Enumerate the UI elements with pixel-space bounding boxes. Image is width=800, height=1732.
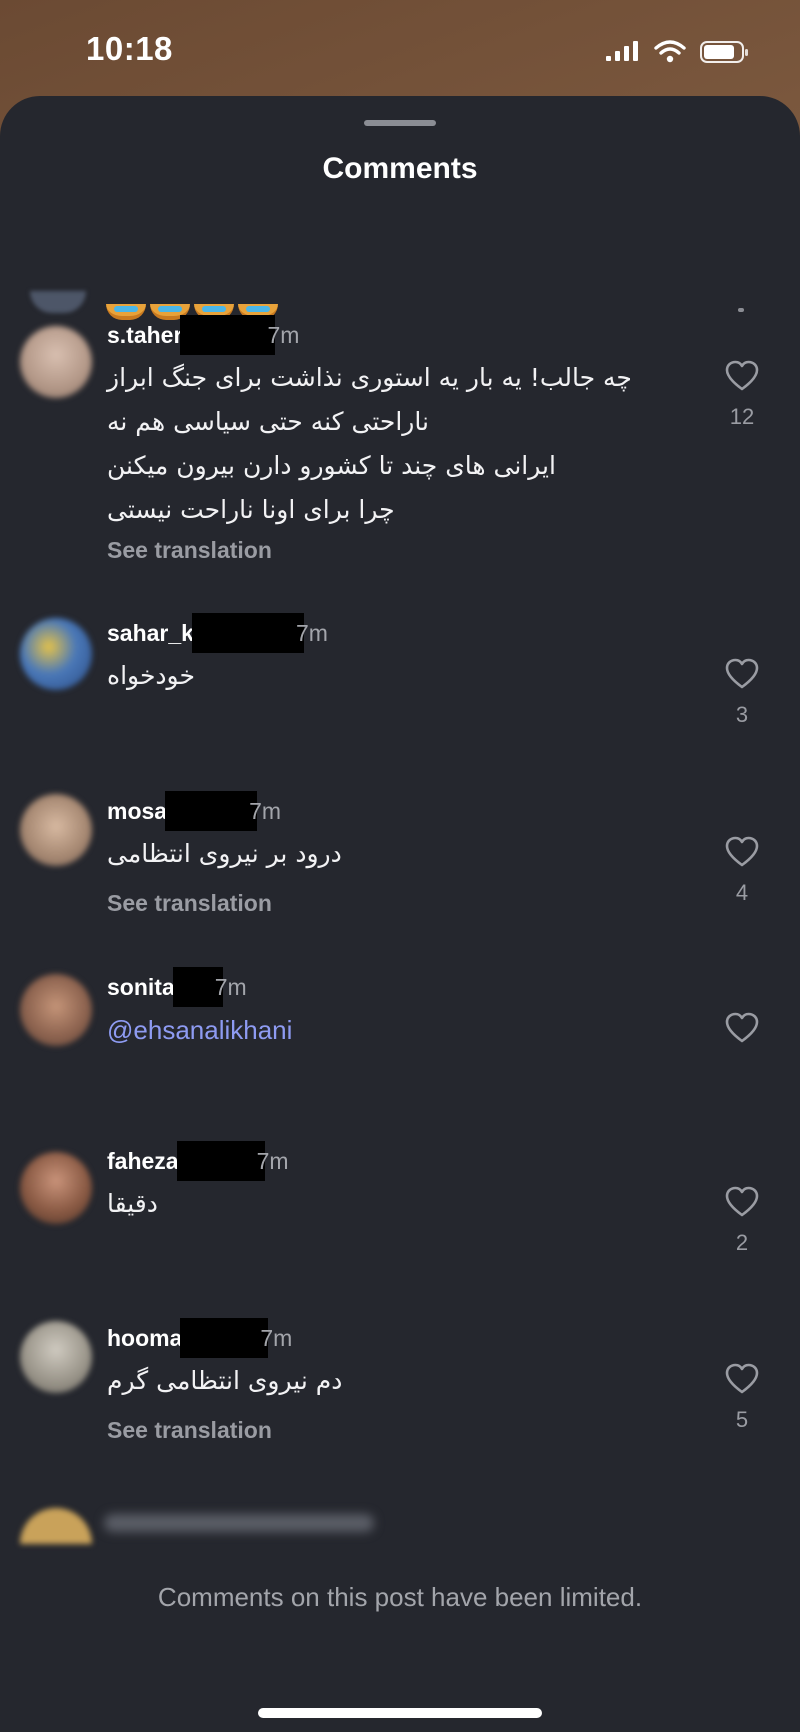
comment-text: درود بر نیروی انتظامی bbox=[107, 832, 667, 876]
comment-text: @ehsanalikhani bbox=[107, 1008, 667, 1053]
heart-icon bbox=[725, 360, 759, 391]
comment-text-line: خودخواه bbox=[107, 661, 195, 690]
sheet-grabber[interactable] bbox=[364, 120, 436, 126]
comment-item: mosa 7m درود بر نیروی انتظامی See transl… bbox=[0, 791, 800, 924]
comment-text-line: چه جالب! یه بار یه استوری نذاشت برای جنگ… bbox=[107, 363, 632, 392]
comment-time: 7m bbox=[295, 619, 328, 646]
comment-time: 7m bbox=[256, 1147, 289, 1174]
comment-text-line: چرا برای اونا ناراحت نیستی bbox=[107, 495, 395, 524]
like-button[interactable]: 5 bbox=[722, 1363, 762, 1433]
comment-text-line: دم نیروی انتظامی گرم bbox=[107, 1366, 343, 1395]
like-button[interactable]: 12 bbox=[722, 360, 762, 430]
cellular-signal-icon bbox=[606, 40, 640, 69]
avatar[interactable] bbox=[20, 974, 92, 1046]
comment-item: faheza 7m دقیقا 2 bbox=[0, 1141, 800, 1256]
comment-text: خودخواه bbox=[107, 654, 667, 698]
comment-header: sahar_k 7m bbox=[107, 613, 328, 653]
comments-sheet: Comments s.taher 7m چه جالب! یه بار یه ا… bbox=[0, 96, 800, 1732]
redaction-box bbox=[191, 613, 304, 653]
see-translation-link[interactable]: See translation bbox=[107, 537, 272, 564]
avatar[interactable] bbox=[20, 618, 92, 690]
like-button[interactable]: 2 bbox=[722, 1186, 762, 1256]
comment-item: s.taher 7m چه جالب! یه بار یه استوری نذا… bbox=[0, 315, 800, 563]
comment-header: hooma 7m bbox=[107, 1318, 293, 1358]
like-count: 4 bbox=[735, 880, 749, 905]
comment-text-line: دقیقا bbox=[107, 1189, 158, 1218]
like-button[interactable]: 3 bbox=[722, 658, 762, 728]
comment-header: s.taher 7m bbox=[107, 315, 300, 355]
avatar[interactable] bbox=[20, 794, 92, 866]
comment-username[interactable]: sonita bbox=[107, 974, 175, 1001]
comment-text-line: ناراحتی کنه حتی سیاسی هم نه bbox=[107, 407, 429, 436]
comment-item: hooma 7m دم نیروی انتظامی گرم See transl… bbox=[0, 1318, 800, 1451]
heart-icon[interactable] bbox=[738, 308, 744, 312]
status-time: 10:18 bbox=[86, 30, 173, 67]
partial-comment-row bbox=[0, 196, 800, 326]
like-count: 5 bbox=[735, 1407, 749, 1432]
home-indicator[interactable] bbox=[258, 1708, 542, 1718]
comment-username[interactable]: s.taher bbox=[107, 322, 182, 349]
comment-text: دقیقا bbox=[107, 1182, 667, 1226]
battery-icon bbox=[700, 40, 750, 69]
redaction-box bbox=[165, 791, 258, 831]
heart-icon bbox=[725, 836, 759, 867]
mention-link[interactable]: @ehsanalikhani bbox=[107, 1015, 292, 1045]
like-count: 3 bbox=[735, 702, 749, 727]
heart-icon bbox=[725, 1012, 759, 1043]
comment-text: چه جالب! یه بار یه استوری نذاشت برای جنگ… bbox=[107, 356, 667, 532]
comment-time: 7m bbox=[214, 973, 247, 1000]
comment-username[interactable]: sahar_k bbox=[107, 620, 194, 647]
comments-limited-note: Comments on this post have been limited. bbox=[157, 1582, 643, 1612]
redaction-box bbox=[180, 315, 276, 355]
comment-header: sonita 7m bbox=[107, 967, 247, 1007]
partial-comment-row bbox=[0, 1496, 800, 1556]
sheet-title: Comments bbox=[322, 152, 478, 185]
comment-username[interactable]: faheza bbox=[107, 1148, 179, 1175]
avatar[interactable] bbox=[20, 326, 92, 398]
comment-username[interactable]: mosa bbox=[107, 798, 167, 825]
status-bar: 10:18 bbox=[0, 0, 800, 100]
comment-time: 7m bbox=[267, 321, 300, 348]
comment-text: دم نیروی انتظامی گرم bbox=[107, 1359, 667, 1403]
see-translation-link[interactable]: See translation bbox=[107, 1417, 272, 1444]
comment-item: sahar_k 7m خودخواه 3 bbox=[0, 613, 800, 736]
comment-text-line: ایرانی های چند تا کشورو دارن بیرون میکنن bbox=[107, 451, 556, 480]
comment-text-line: درود بر نیروی انتظامی bbox=[107, 839, 342, 868]
avatar bbox=[30, 291, 86, 313]
comment-time: 7m bbox=[260, 1324, 293, 1351]
comment-header: faheza 7m bbox=[107, 1141, 289, 1181]
like-button[interactable] bbox=[722, 1012, 762, 1044]
avatar[interactable] bbox=[20, 1152, 92, 1224]
like-button[interactable]: 4 bbox=[722, 836, 762, 906]
like-count: 2 bbox=[735, 1230, 749, 1255]
redaction-box bbox=[176, 1141, 265, 1181]
avatar[interactable] bbox=[20, 1321, 92, 1393]
wifi-icon bbox=[654, 39, 686, 69]
comment-username[interactable]: hooma bbox=[107, 1325, 182, 1352]
heart-icon bbox=[725, 658, 759, 689]
comment-item: sonita 7m @ehsanalikhani bbox=[0, 967, 800, 1070]
see-translation-link[interactable]: See translation bbox=[107, 890, 272, 917]
like-count: 12 bbox=[729, 404, 755, 429]
comment-header: mosa 7m bbox=[107, 791, 282, 831]
comment-time: 7m bbox=[249, 797, 282, 824]
avatar bbox=[20, 1508, 92, 1544]
blurred-username bbox=[104, 1514, 374, 1532]
status-icons bbox=[606, 39, 750, 69]
heart-icon bbox=[725, 1363, 759, 1394]
redaction-box bbox=[180, 1318, 269, 1358]
heart-icon bbox=[725, 1186, 759, 1217]
